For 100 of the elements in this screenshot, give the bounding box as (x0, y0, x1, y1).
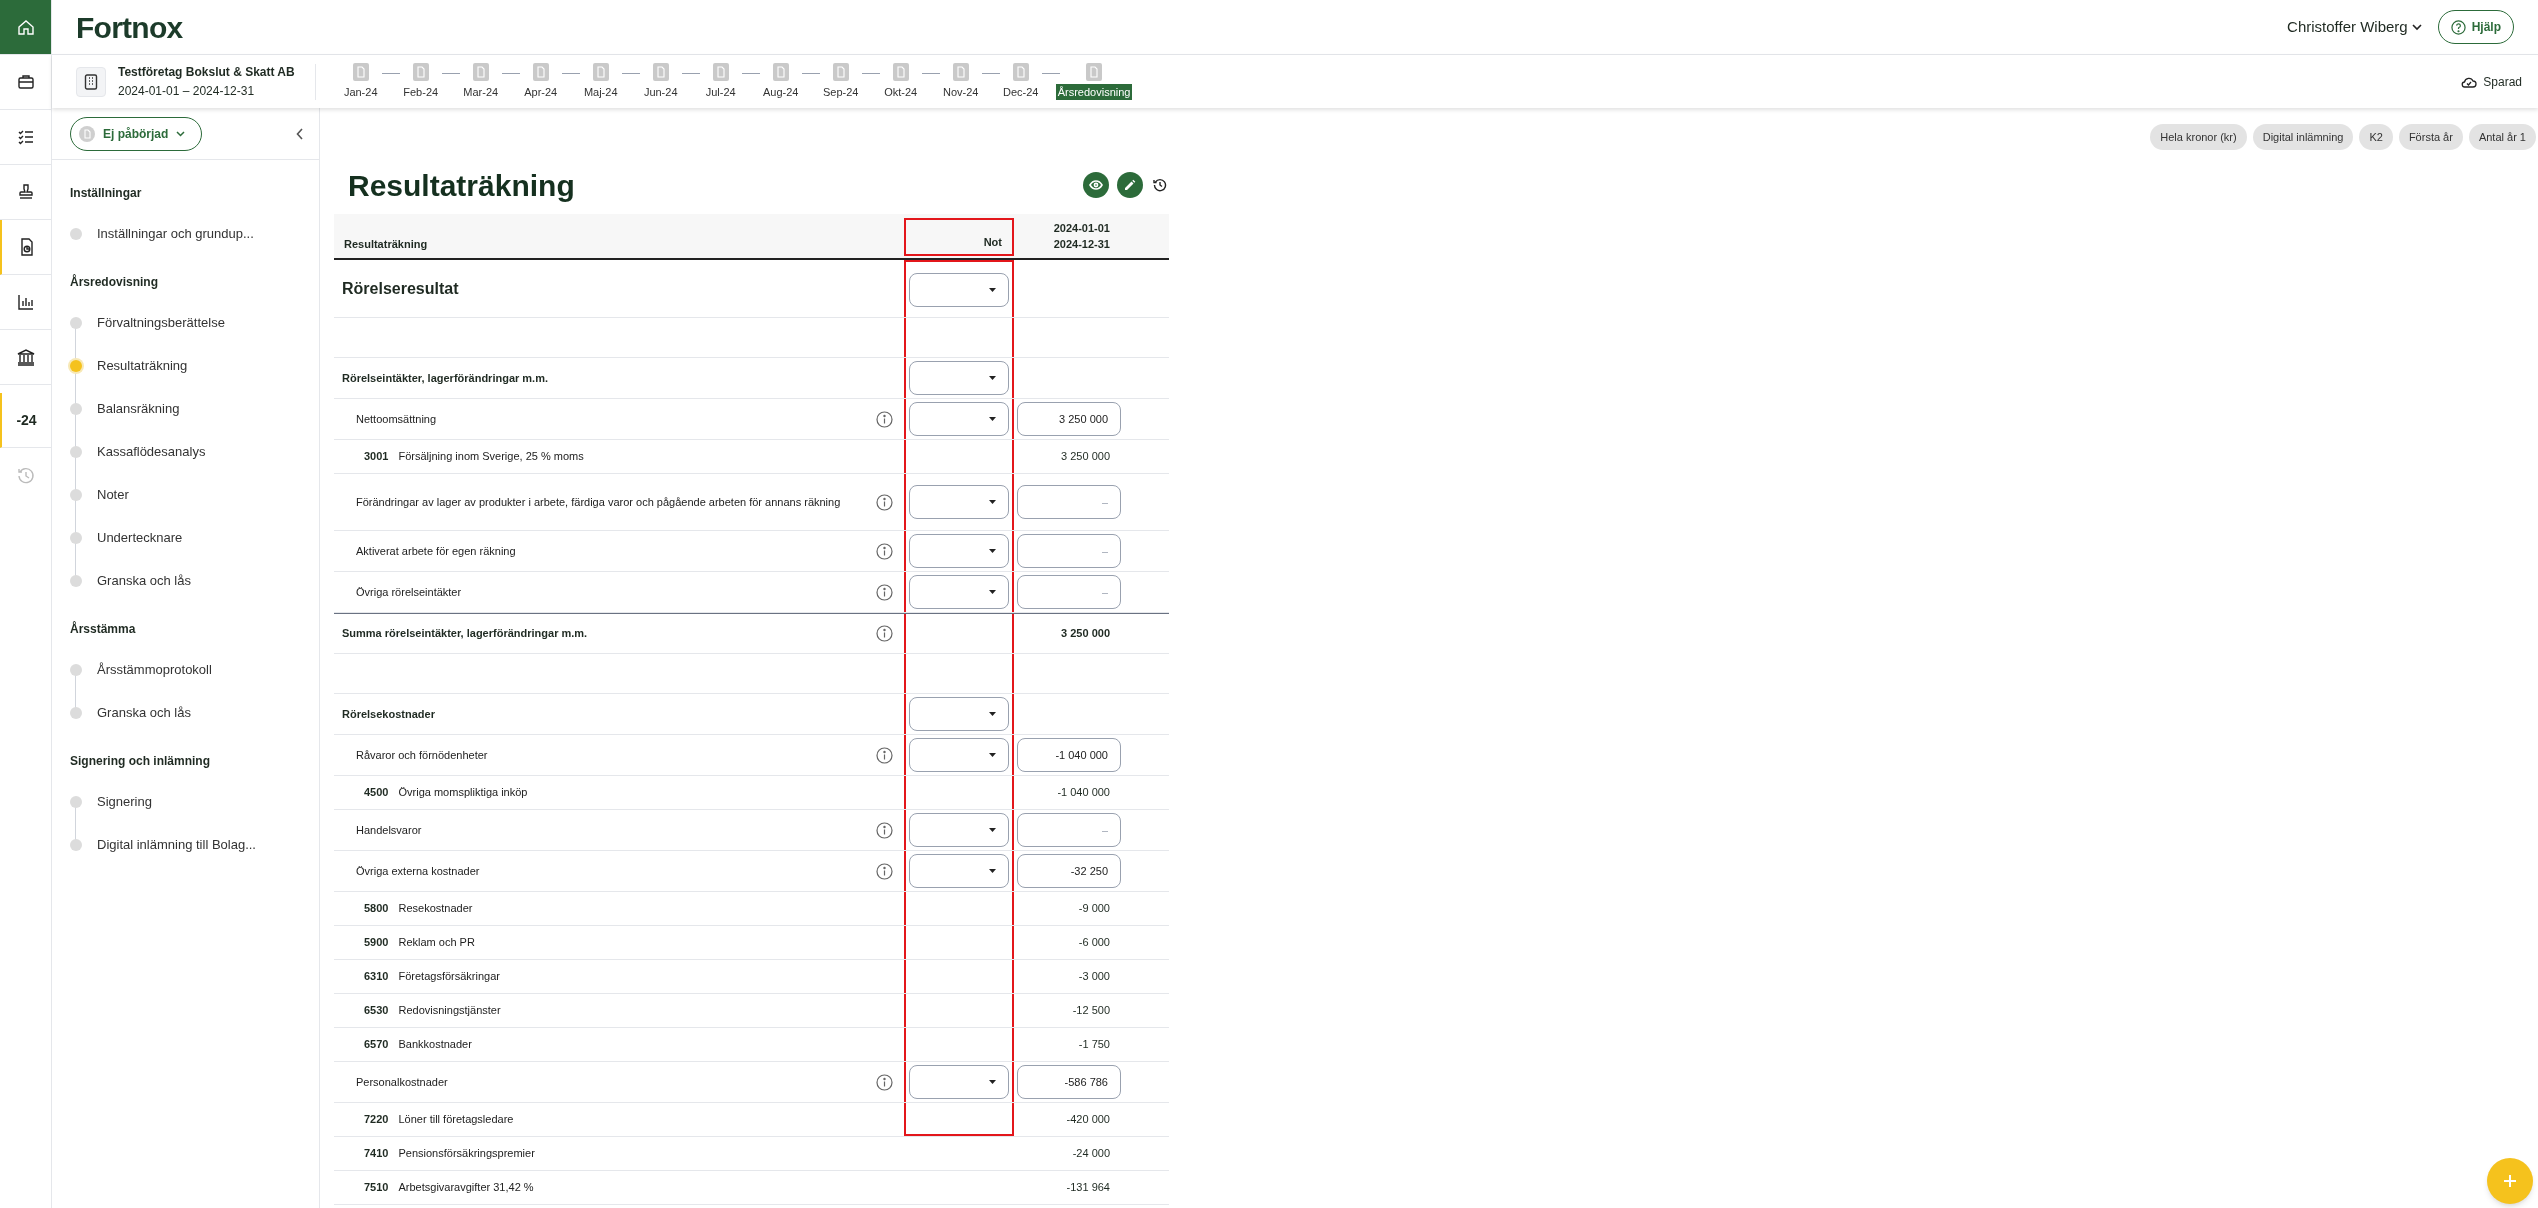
row-label: Handelsvaror (355, 823, 423, 838)
sidebar-item[interactable]: Digital inlämning till Bolag... (97, 834, 256, 855)
document-icon (952, 62, 969, 81)
amount: -3 000 (1077, 969, 1111, 985)
row-label: Övriga rörelseintäkter (355, 585, 463, 600)
timeline-step[interactable]: Okt-24 (875, 62, 926, 101)
info-icon[interactable] (875, 862, 893, 880)
info-icon[interactable] (875, 625, 893, 642)
caret-icon (989, 1080, 996, 1084)
document-icon (1012, 62, 1029, 81)
amount-field[interactable]: – (1017, 813, 1121, 847)
document-icon (1086, 62, 1103, 81)
column-header: 2024-01-01 (1053, 221, 1110, 236)
plus-icon (2503, 1174, 2517, 1188)
sidebar-item[interactable]: Granska och lås (97, 570, 191, 591)
timeline-step[interactable]: Mar-24 (455, 62, 506, 101)
amount-field[interactable]: 3 250 000 (1017, 402, 1121, 436)
sidebar-item[interactable]: Årsstämmoprotokoll (97, 659, 212, 680)
sidebar-item[interactable]: Undertecknare (97, 527, 183, 548)
sidebar-item[interactable]: Resultaträkning (97, 355, 188, 376)
amount: -420 000 (1065, 1112, 1111, 1128)
sidebar-item[interactable]: Kassaflödesanalys (97, 441, 206, 462)
caret-icon (989, 712, 996, 716)
filter-chip: Hela kronor (kr) (2150, 124, 2247, 150)
account-name: Övriga momspliktiga inköp (398, 785, 528, 801)
document-icon (832, 62, 849, 81)
company-period: 2024-01-01 – 2024-12-31 (118, 83, 256, 99)
timeline-step[interactable]: Nov-24 (935, 62, 986, 101)
group-title: Rörelseintäkter, lagerförändringar m.m. (341, 370, 549, 386)
save-status: Sparad (2483, 73, 2522, 91)
amount: -9 000 (1077, 901, 1111, 917)
row-label: Förändringar av lager av produkter i arbete, färdiga varor och pågående arbeten för annans räkning (355, 495, 842, 510)
info-icon[interactable] (875, 583, 893, 601)
history-icon[interactable] (1151, 176, 1169, 194)
timeline-step[interactable]: Jul-24 (695, 62, 746, 101)
amount-field[interactable]: – (1017, 485, 1121, 519)
user-menu[interactable]: Christoffer Wiberg (2287, 15, 2422, 39)
sidebar-item[interactable]: Noter (97, 484, 129, 505)
caret-icon (989, 500, 996, 504)
document-icon (772, 62, 789, 81)
sidebar-item[interactable]: Granska och lås (97, 702, 191, 723)
caret-icon (989, 828, 996, 832)
account-number: 5800 (364, 901, 389, 917)
timeline-step[interactable]: Maj-24 (575, 62, 626, 101)
account-name: Arbetsgivaravgifter 31,42 % (398, 1180, 534, 1196)
timeline-step[interactable]: Jun-24 (635, 62, 686, 101)
sidebar-item[interactable]: Signering (97, 791, 152, 812)
account-number: 6310 (364, 969, 389, 985)
document-icon (412, 62, 429, 81)
question-icon (2450, 19, 2466, 35)
caret-icon (989, 753, 996, 757)
timeline-step[interactable]: Jan-24 (335, 62, 386, 101)
amount: -24 000 (1071, 1146, 1111, 1162)
amount-field[interactable]: -32 250 (1017, 854, 1121, 888)
info-icon[interactable] (875, 746, 893, 764)
info-icon[interactable] (875, 493, 893, 511)
page-title: Resultaträkning (347, 167, 575, 204)
note-dropdown[interactable] (909, 272, 1009, 307)
rail-item[interactable]: -24 (0, 393, 51, 448)
company-name: Testföretag Bokslut & Skatt AB (118, 64, 295, 80)
info-icon[interactable] (875, 1073, 893, 1091)
sidebar-item[interactable]: Förvaltningsberättelse (97, 312, 225, 333)
edit-button[interactable] (1117, 172, 1143, 198)
home-icon[interactable] (0, 0, 51, 55)
caret-icon (989, 376, 996, 380)
caret-icon (989, 590, 996, 594)
timeline-step[interactable]: Sep-24 (815, 62, 866, 101)
sidebar-item[interactable]: Inställningar och grundup... (97, 223, 254, 244)
pencil-icon (1124, 179, 1136, 191)
section-heading: Årsredovisning (70, 273, 160, 291)
note-dropdown[interactable] (909, 485, 1009, 519)
section-title: Rörelseresultat (341, 278, 460, 299)
cloud-check-icon (2461, 75, 2478, 88)
document-chart-icon[interactable] (0, 220, 51, 275)
account-name: Försäljning inom Sverige, 25 % moms (398, 449, 584, 465)
filter-chip: Antal år 1 (2468, 124, 2536, 150)
amount-field[interactable]: -586 786 (1017, 1065, 1121, 1099)
account-number: 3001 (364, 449, 389, 465)
info-icon[interactable] (875, 542, 893, 560)
amount-field[interactable]: – (1017, 534, 1121, 568)
info-icon[interactable] (875, 821, 893, 839)
timeline-step[interactable]: Dec-24 (995, 62, 1046, 101)
timeline-step[interactable]: Apr-24 (515, 62, 566, 101)
timeline-step[interactable]: Årsredovisning (1055, 62, 1133, 101)
account-number: 7410 (364, 1146, 389, 1162)
row-label: Råvaror och förnödenheter (355, 748, 489, 763)
account-number: 5900 (364, 935, 389, 951)
document-icon (592, 62, 609, 81)
account-name: Löner till företagsledare (398, 1112, 514, 1128)
account-number: 6570 (364, 1037, 389, 1053)
row-label: Övriga externa kostnader (355, 864, 481, 879)
column-header: Not (904, 218, 1014, 256)
amount-field[interactable]: – (1017, 575, 1121, 609)
timeline-step[interactable]: Aug-24 (755, 62, 806, 101)
sidebar-item[interactable]: Balansräkning (97, 398, 180, 419)
preview-button[interactable] (1083, 172, 1109, 198)
info-icon[interactable] (875, 410, 893, 428)
amount-field[interactable]: -1 040 000 (1017, 738, 1121, 772)
timeline-step[interactable]: Feb-24 (395, 62, 446, 101)
sum-label: Summa rörelseintäkter, lagerförändringar m.m. (341, 626, 589, 642)
